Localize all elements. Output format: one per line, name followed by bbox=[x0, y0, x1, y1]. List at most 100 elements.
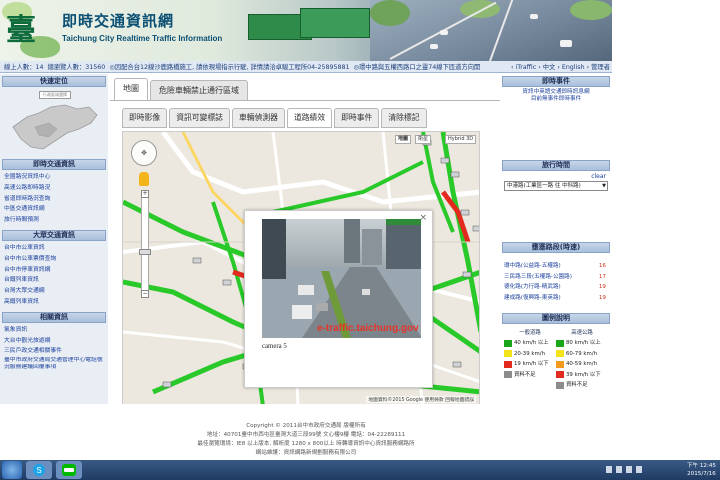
district-map[interactable]: 行政區域選擇 bbox=[5, 89, 103, 157]
sidebar-link[interactable]: 臺中市政府交通局交通管理中心電話號 bbox=[4, 357, 104, 364]
ticker-news-2[interactable]: ◎環中路與五權西路口之靈74線下匝道方向開 bbox=[354, 62, 481, 71]
sidebar-link[interactable]: 大台中觀光旅遊網 bbox=[4, 336, 104, 347]
sidebar-link[interactable]: 三民戶政交通相關事件 bbox=[4, 346, 104, 357]
camera-snapshot[interactable]: e-traffic.taichung.gov bbox=[262, 219, 421, 338]
camera-watermark: e-traffic.taichung.gov bbox=[317, 323, 419, 334]
online-count: 線上人數：14 bbox=[4, 64, 44, 71]
clock-time: 下午 12:45 bbox=[686, 463, 716, 469]
sidebar-link[interactable]: 氣象資訊 bbox=[4, 325, 104, 336]
legend-row: 19 km/h 以下 40-59 km/h bbox=[504, 359, 608, 370]
zoom-out-icon[interactable]: − bbox=[141, 290, 149, 298]
section-heading: 大眾交通資訊 bbox=[2, 229, 106, 241]
system-clock[interactable]: 下午 12:45 2015/7/16 bbox=[687, 462, 716, 478]
legend-swatch bbox=[504, 350, 512, 358]
chevron-down-icon: ▼ bbox=[602, 183, 606, 189]
legend-swatch bbox=[504, 371, 512, 379]
legend-label: 39 km/h 以下 bbox=[566, 371, 601, 378]
windows-start-icon[interactable] bbox=[2, 461, 22, 479]
sidebar-link[interactable]: 高鐵列車資訊 bbox=[4, 297, 104, 308]
site-logo[interactable]: 臺中 bbox=[6, 4, 64, 58]
sidebar-link[interactable]: 旅行時間預測 bbox=[4, 215, 104, 226]
blank-area bbox=[612, 0, 720, 61]
tab-live-video[interactable]: 即時影像 bbox=[122, 108, 168, 128]
tab-clear-markers[interactable]: 清除標記 bbox=[381, 108, 427, 128]
legend-swatch bbox=[556, 339, 564, 347]
map-credit[interactable]: 地圖資料©2015 Google 使用條款 回報地圖錯誤 bbox=[366, 396, 476, 403]
site-title: 即時交通資訊網 bbox=[62, 12, 175, 30]
traffic-map[interactable]: 地圖 衛星 Hybrid 3D ✥ + − 地圖資料©2015 Google 使… bbox=[122, 131, 480, 405]
legend-row: 20-39 km/h 60-79 km/h bbox=[504, 349, 608, 360]
ticker-news-1[interactable]: ◎因配合台12線沙鹿路橋施工, 請依現場指示行駛, 詳情請洽卓駿工程所04-25… bbox=[109, 62, 349, 71]
right-sidebar: 即時事件 資訊中英語交通即時訊息網 目前無事件即時事件 旅行時間 clear 中… bbox=[502, 74, 610, 404]
tab-restricted-zones[interactable]: 危險車輛禁止通行區域 bbox=[150, 80, 248, 100]
footer-maintainer: 網站維護：資訊網路新規劃服務有限公司 bbox=[255, 450, 357, 456]
tab-vms[interactable]: 資訊可變標誌 bbox=[169, 108, 230, 128]
camera-popup: × e-traffic.taichung.gov camera 5 bbox=[244, 210, 433, 388]
main-content: 地圖 危險車輛禁止通行區域 即時影像 資訊可變標誌 車輛偵測器 道路績效 即時事… bbox=[110, 74, 500, 405]
event-link[interactable]: 目前無事件即時事件 bbox=[502, 96, 610, 103]
sidebar-link[interactable]: 台中市公車資訊 bbox=[4, 243, 104, 254]
district-select[interactable]: 行政區域選擇 bbox=[39, 91, 71, 99]
zoom-slider[interactable]: + − bbox=[139, 190, 151, 298]
zoom-in-icon[interactable]: + bbox=[141, 190, 149, 198]
legend-swatch bbox=[556, 360, 564, 368]
left-sidebar: 快速定位 行政區域選擇 即時交通資訊 全國路況資訊中心 高速公路即時路況 省道即… bbox=[0, 74, 108, 404]
blank-area bbox=[612, 61, 720, 460]
legend-header: 一般道路 高速公路 bbox=[504, 328, 608, 338]
road-name: 建成路(復興路-東英路) bbox=[504, 294, 561, 301]
congested-road-row[interactable]: 建成路(復興路-東英路) 19 bbox=[502, 293, 610, 304]
tray-network-icon[interactable] bbox=[616, 466, 622, 473]
legend-swatch bbox=[504, 360, 512, 368]
event-link[interactable]: 資訊中英語交通即時訊息網 bbox=[502, 89, 610, 96]
legend-swatch bbox=[556, 350, 564, 358]
maptype-map-button[interactable]: 地圖 bbox=[395, 135, 412, 144]
legend-swatch bbox=[504, 339, 512, 347]
tab-map[interactable]: 地圖 bbox=[114, 78, 148, 100]
layer-tabs: 即時影像 資訊可變標誌 車輛偵測器 道路績效 即時事件 清除標記 bbox=[122, 108, 429, 128]
clear-link[interactable]: clear bbox=[502, 173, 610, 180]
sidebar-link[interactable]: 況服務建議回覆事項 bbox=[4, 364, 104, 371]
travel-time-heading: 旅行時間 bbox=[502, 160, 610, 171]
tab-live-events[interactable]: 即時事件 bbox=[334, 108, 380, 128]
tab-vehicle-detector[interactable]: 車輛偵測器 bbox=[231, 108, 285, 128]
footer-resolution: 最佳瀏覽環境：IE8 以上版本, 解析度 1280 x 800以上 時轉導資訊中… bbox=[197, 441, 415, 447]
site-header: 臺中 即時交通資訊網 Taichung City Realtime Traffi… bbox=[0, 0, 612, 61]
tray-volume-icon[interactable] bbox=[626, 466, 632, 473]
sidebar-link[interactable]: 台灣大眾交通網 bbox=[4, 286, 104, 297]
line-app-icon[interactable] bbox=[56, 461, 82, 479]
sidebar-link[interactable]: 全國路況資訊中心 bbox=[4, 172, 104, 183]
maptype-satellite-button[interactable]: 衛星 bbox=[415, 135, 432, 144]
congested-road-row[interactable]: 環中路(公益路-五權路) 16 bbox=[502, 261, 610, 272]
tray-flag-icon[interactable] bbox=[606, 466, 612, 473]
legend-label: 40-59 km/h bbox=[566, 361, 597, 367]
pan-control-icon[interactable]: ✥ bbox=[131, 140, 157, 166]
congested-road-row[interactable]: 德化路(力行路-精武路) 19 bbox=[502, 282, 610, 293]
legend-general-roads: 一般道路 bbox=[519, 330, 541, 336]
site-subtitle: Taichung City Realtime Traffic Informati… bbox=[62, 34, 223, 43]
tabs-divider bbox=[110, 100, 500, 101]
sidebar-link[interactable]: 台中市停車資訊網 bbox=[4, 265, 104, 276]
maptype-hybrid-button[interactable]: Hybrid 3D bbox=[445, 135, 477, 144]
sidebar-link[interactable]: 高速公路即時路況 bbox=[4, 183, 104, 194]
realtime-links: 全國路況資訊中心 高速公路即時路況 省道即時路況查詢 中區交通資訊網 旅行時間預… bbox=[0, 170, 108, 228]
district-map-shape[interactable] bbox=[5, 89, 103, 157]
top-tabs: 地圖 危險車輛禁止通行區域 bbox=[114, 78, 250, 100]
tray-battery-icon[interactable] bbox=[636, 466, 642, 473]
site-footer: Copyright © 2011台中市政府交通局 版權所有 地址：40701臺中… bbox=[0, 404, 612, 460]
sidebar-link[interactable]: 省道即時路況查詢 bbox=[4, 194, 104, 205]
route-select[interactable]: 中港路(工業區一路 往 中科路) ▼ bbox=[504, 181, 608, 191]
visit-count: 總瀏覽人數：31560 bbox=[47, 64, 106, 71]
sidebar-link[interactable]: 台中市公車票價查詢 bbox=[4, 254, 104, 265]
tab-road-performance[interactable]: 道路績效 bbox=[286, 108, 333, 128]
sidebar-link[interactable]: 台鐵列車資訊 bbox=[4, 275, 104, 286]
street-view-pegman-icon[interactable] bbox=[139, 172, 149, 186]
language-links[interactable]: ‹ iTraffic › 中文 › English › 管理者 bbox=[507, 62, 610, 71]
congested-road-row[interactable]: 三民路三段(五權路-公園路) 17 bbox=[502, 272, 610, 283]
legend-label: 60-79 km/h bbox=[566, 350, 597, 357]
skype-icon[interactable]: S bbox=[26, 461, 52, 479]
sidebar-link[interactable]: 中區交通資訊網 bbox=[4, 204, 104, 215]
legend-label: 20-39 km/h bbox=[514, 350, 545, 357]
zoom-handle[interactable] bbox=[139, 249, 151, 255]
road-name: 德化路(力行路-精武路) bbox=[504, 284, 561, 290]
